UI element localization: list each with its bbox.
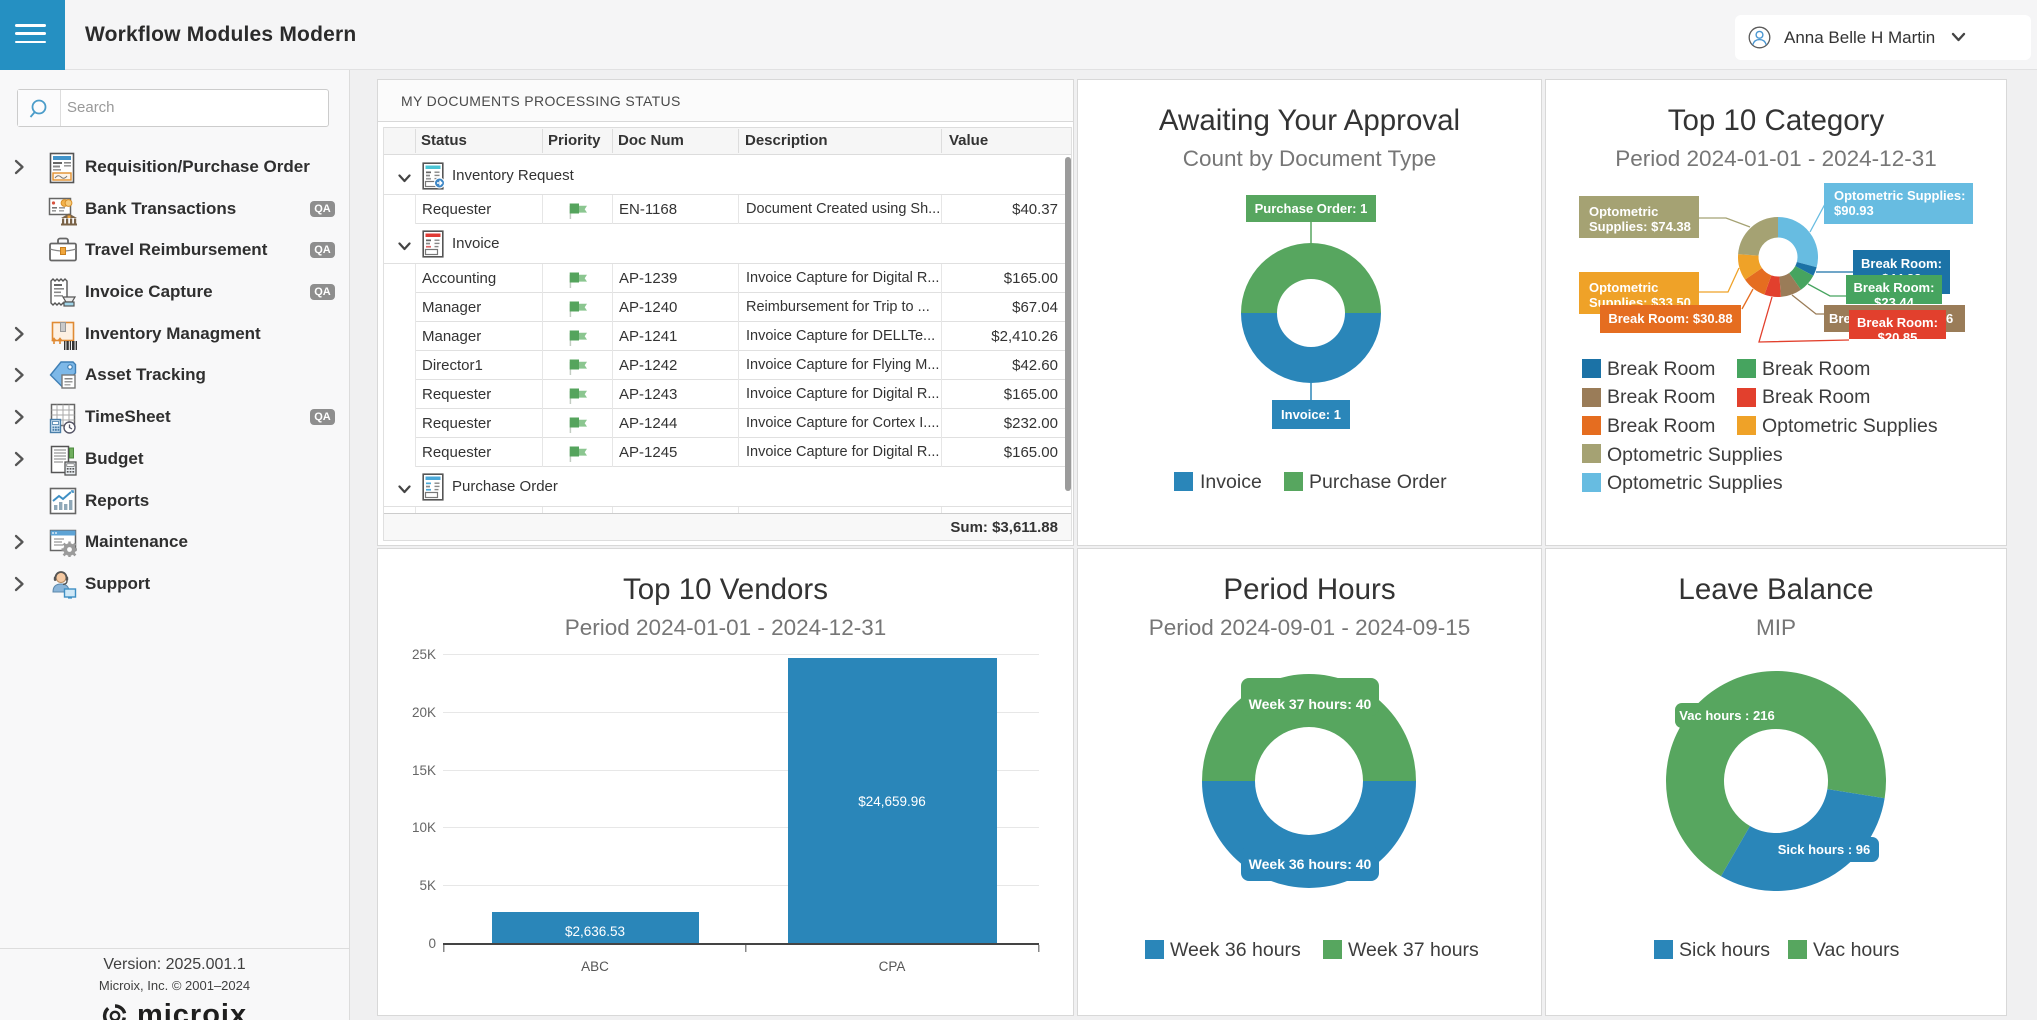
- svg-text:Week 36 hours: 40: Week 36 hours: 40: [1249, 856, 1372, 872]
- svg-text:$2,636.53: $2,636.53: [565, 924, 625, 939]
- svg-text:ABC: ABC: [581, 959, 609, 974]
- svg-text:20K: 20K: [412, 705, 436, 720]
- svg-text:25K: 25K: [412, 647, 436, 662]
- svg-text:CPA: CPA: [879, 959, 906, 974]
- svg-text:Sick hours : 96: Sick hours : 96: [1778, 842, 1870, 857]
- svg-text:Vac hours : 216: Vac hours : 216: [1679, 708, 1774, 723]
- svg-text:0: 0: [428, 936, 436, 951]
- svg-text:Week 37 hours: 40: Week 37 hours: 40: [1249, 696, 1372, 712]
- svg-text:5K: 5K: [419, 878, 436, 893]
- svg-text:15K: 15K: [412, 763, 436, 778]
- svg-text:$24,659.96: $24,659.96: [858, 794, 926, 809]
- svg-text:10K: 10K: [412, 820, 436, 835]
